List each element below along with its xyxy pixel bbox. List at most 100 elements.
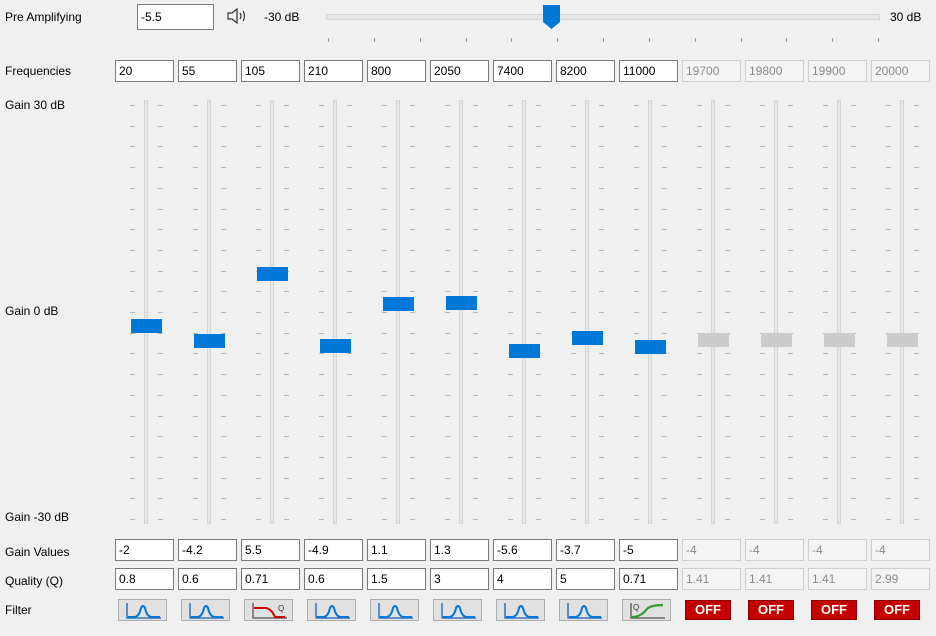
band-slider-track[interactable] [837, 100, 841, 524]
band-slider-track[interactable] [774, 100, 778, 524]
band-slider-thumb[interactable] [131, 319, 162, 333]
frequency-input[interactable]: 800 [367, 60, 426, 82]
gain-value-input[interactable]: -2 [115, 539, 174, 561]
band-slider-thumb[interactable] [320, 339, 351, 353]
speaker-icon[interactable] [225, 5, 249, 27]
band-slider-thumb[interactable] [887, 333, 918, 347]
frequency-input[interactable]: 20000 [871, 60, 930, 82]
gain-value-input[interactable]: 1.1 [367, 539, 426, 561]
gain-tick [851, 105, 856, 106]
filter-type-button[interactable]: Q [622, 599, 671, 621]
filter-off-button[interactable]: OFF [685, 600, 731, 620]
filter-type-button[interactable] [370, 599, 419, 621]
gain-tick [851, 416, 856, 417]
frequency-input[interactable]: 11000 [619, 60, 678, 82]
gain-tick [914, 395, 919, 396]
quality-input[interactable]: 1.41 [682, 568, 741, 590]
quality-input[interactable]: 1.5 [367, 568, 426, 590]
gain-value-input[interactable]: 5.5 [241, 539, 300, 561]
gain-tick [319, 209, 324, 210]
band-slider-thumb[interactable] [509, 344, 540, 358]
quality-input[interactable]: 1.41 [745, 568, 804, 590]
quality-input[interactable]: 4 [493, 568, 552, 590]
frequency-input[interactable]: 55 [178, 60, 237, 82]
frequency-input[interactable]: 19900 [808, 60, 867, 82]
filter-type-button[interactable] [559, 599, 608, 621]
quality-input[interactable]: 0.71 [241, 568, 300, 590]
quality-input[interactable]: 0.71 [619, 568, 678, 590]
gain-tick [410, 188, 415, 189]
gain-value-input[interactable]: -4.9 [304, 539, 363, 561]
gain-tick [319, 105, 324, 106]
gain-tick [508, 436, 513, 437]
band-slider-track[interactable] [459, 100, 463, 524]
gain-value-input[interactable]: -4 [871, 539, 930, 561]
filter-type-button[interactable] [118, 599, 167, 621]
band-slider-track[interactable] [333, 100, 337, 524]
band-slider-thumb[interactable] [635, 340, 666, 354]
pre-amp-slider-track[interactable] [326, 14, 880, 20]
band-slider-thumb[interactable] [383, 297, 414, 311]
frequency-input[interactable]: 8200 [556, 60, 615, 82]
frequency-input[interactable]: 20 [115, 60, 174, 82]
gain-tick [760, 374, 765, 375]
frequency-input[interactable]: 2050 [430, 60, 489, 82]
band-slider-track[interactable] [207, 100, 211, 524]
gain-tick [382, 457, 387, 458]
band-slider-track[interactable] [585, 100, 589, 524]
filter-off-button[interactable]: OFF [748, 600, 794, 620]
gain-value-input[interactable]: 1.3 [430, 539, 489, 561]
gain-value-input[interactable]: -4 [682, 539, 741, 561]
band-slider-track[interactable] [711, 100, 715, 524]
quality-input[interactable]: 0.6 [304, 568, 363, 590]
band-slider-thumb[interactable] [194, 334, 225, 348]
filter-type-button[interactable] [496, 599, 545, 621]
gain-tick [382, 105, 387, 106]
pre-amp-slider-thumb[interactable] [543, 5, 561, 29]
gain-tick [536, 146, 541, 147]
band-slider-thumb[interactable] [761, 333, 792, 347]
filter-type-button[interactable] [433, 599, 482, 621]
filter-off-button[interactable]: OFF [811, 600, 857, 620]
band-slider-thumb[interactable] [446, 296, 477, 310]
frequency-input[interactable]: 105 [241, 60, 300, 82]
quality-input[interactable]: 2.99 [871, 568, 930, 590]
band-slider-track[interactable] [900, 100, 904, 524]
gain-tick [410, 457, 415, 458]
gain-value-input[interactable]: -4 [808, 539, 867, 561]
frequency-input[interactable]: 19800 [745, 60, 804, 82]
filter-off-button[interactable]: OFF [874, 600, 920, 620]
gain-tick [697, 519, 702, 520]
gain-tick [697, 146, 702, 147]
band-slider-track[interactable] [648, 100, 652, 524]
band-slider-thumb[interactable] [698, 333, 729, 347]
gain-value-input[interactable]: -3.7 [556, 539, 615, 561]
quality-input[interactable]: 0.6 [178, 568, 237, 590]
quality-input[interactable]: 1.41 [808, 568, 867, 590]
band-slider-track[interactable] [270, 100, 274, 524]
band-slider-track[interactable] [396, 100, 400, 524]
gain-tick [599, 436, 604, 437]
quality-input[interactable]: 0.8 [115, 568, 174, 590]
gain-value-input[interactable]: -4 [745, 539, 804, 561]
pre-amp-input[interactable]: -5.5 [137, 4, 214, 30]
band-slider-track[interactable] [144, 100, 148, 524]
frequency-input[interactable]: 19700 [682, 60, 741, 82]
filter-type-button[interactable] [307, 599, 356, 621]
band-slider-thumb[interactable] [824, 333, 855, 347]
band-slider-thumb[interactable] [572, 331, 603, 345]
band-slider-thumb[interactable] [257, 267, 288, 281]
gain-tick [697, 105, 702, 106]
gain-value-input[interactable]: -4.2 [178, 539, 237, 561]
quality-input[interactable]: 3 [430, 568, 489, 590]
filter-type-button[interactable] [181, 599, 230, 621]
gain-value-input[interactable]: -5.6 [493, 539, 552, 561]
gain-tick [725, 250, 730, 251]
filter-type-button[interactable]: Q [244, 599, 293, 621]
gain-tick [445, 126, 450, 127]
frequency-input[interactable]: 210 [304, 60, 363, 82]
band-slider-track[interactable] [522, 100, 526, 524]
quality-input[interactable]: 5 [556, 568, 615, 590]
frequency-input[interactable]: 7400 [493, 60, 552, 82]
gain-value-input[interactable]: -5 [619, 539, 678, 561]
